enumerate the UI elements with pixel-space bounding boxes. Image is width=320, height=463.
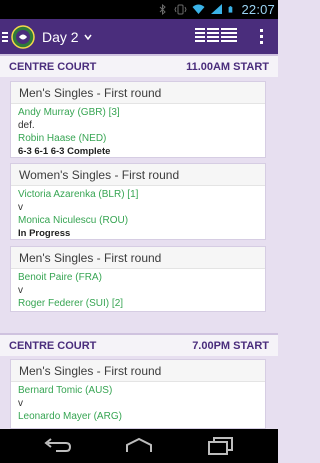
player-one[interactable]: Victoria Azarenka (BLR) [1] xyxy=(18,188,265,201)
ibm-logo xyxy=(195,28,237,42)
signal-icon xyxy=(211,4,223,14)
vibrate-icon xyxy=(174,4,187,15)
court-start-time: 7.00PM START xyxy=(192,339,269,352)
match-card[interactable]: Men's Singles - First round Bernard Tomi… xyxy=(10,359,266,429)
court-section: CENTRE COURT 7.00PM START xyxy=(0,333,278,356)
status-time: 22:07 xyxy=(241,2,275,17)
player-two[interactable]: Monica Niculescu (ROU) xyxy=(18,214,265,227)
order-of-play-list[interactable]: CENTRE COURT 11.00AM START Men's Singles… xyxy=(0,54,278,429)
match-card[interactable]: Men's Singles - First round Benoit Paire… xyxy=(10,246,266,312)
recent-apps-icon[interactable] xyxy=(206,437,236,455)
match-title: Men's Singles - First round xyxy=(11,247,265,269)
menu-icon[interactable] xyxy=(2,31,8,42)
back-icon[interactable] xyxy=(42,437,72,455)
wifi-icon xyxy=(192,4,205,14)
court-name: CENTRE COURT xyxy=(9,339,97,352)
match-separator: v xyxy=(18,202,23,213)
match-title: Women's Singles - First round xyxy=(11,164,265,186)
player-one[interactable]: Andy Murray (GBR) [3] xyxy=(18,106,265,119)
battery-icon xyxy=(229,6,233,13)
match-result: 6-3 6-1 6-3 Complete xyxy=(18,146,111,157)
overflow-menu-icon[interactable] xyxy=(260,29,263,44)
day-selector[interactable]: Day 2 xyxy=(42,29,79,45)
home-icon[interactable] xyxy=(124,437,154,455)
court-name: CENTRE COURT xyxy=(9,60,97,73)
system-navigation-bar xyxy=(0,429,278,463)
match-separator: v xyxy=(18,285,23,296)
court-section: CENTRE COURT 11.00AM START xyxy=(0,54,278,77)
app-home-button[interactable]: Day 2 xyxy=(2,19,92,54)
match-separator: v xyxy=(18,398,23,409)
player-two[interactable]: Leonardo Mayer (ARG) xyxy=(18,410,265,423)
player-one[interactable]: Benoit Paire (FRA) xyxy=(18,271,265,284)
player-two[interactable]: Robin Haase (NED) xyxy=(18,132,265,145)
chevron-down-icon[interactable] xyxy=(83,34,92,40)
match-title: Men's Singles - First round xyxy=(11,360,265,382)
court-header: CENTRE COURT 7.00PM START xyxy=(0,333,278,356)
match-card[interactable]: Women's Singles - First round Victoria A… xyxy=(10,163,266,240)
bluetooth-icon xyxy=(160,4,167,15)
player-one[interactable]: Bernard Tomic (AUS) xyxy=(18,384,265,397)
match-title: Men's Singles - First round xyxy=(11,82,265,104)
match-separator: def. xyxy=(18,120,35,131)
wimbledon-logo xyxy=(11,24,35,49)
action-bar: Day 2 xyxy=(0,19,278,54)
court-start-time: 11.00AM START xyxy=(186,60,269,73)
court-header: CENTRE COURT 11.00AM START xyxy=(0,54,278,77)
match-status: In Progress xyxy=(18,228,71,239)
status-bar: 22:07 xyxy=(0,0,278,19)
status-icons: 22:07 xyxy=(156,0,278,19)
player-two[interactable]: Roger Federer (SUI) [2] xyxy=(18,297,265,310)
match-card[interactable]: Men's Singles - First round Andy Murray … xyxy=(10,81,266,158)
